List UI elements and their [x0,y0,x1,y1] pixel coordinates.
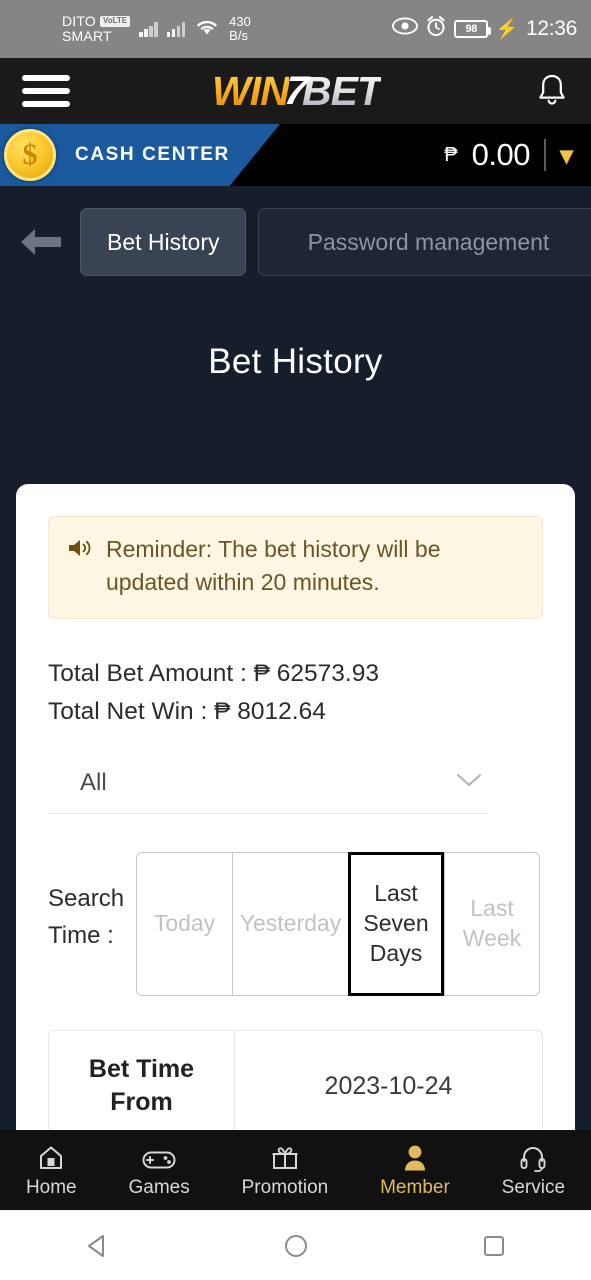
back-arrow-icon[interactable] [14,225,68,259]
network-speed: 430 B/s [229,15,251,42]
bet-time-from-label: Bet Time From [49,1030,235,1143]
search-time-option-today[interactable]: Today [136,851,232,996]
search-time-segmented-control: Today Yesterday Last Seven Days Last Wee… [136,851,540,996]
tab-password-management[interactable]: Password management [258,208,591,276]
reminder-banner: Reminder: The bet history will be update… [48,516,543,619]
cash-center-bar[interactable]: $ CASH CENTER ₱ 0.00 ▾ [0,124,591,186]
carrier-secondary-label: SMART [62,28,112,44]
triangle-back-icon[interactable] [83,1231,113,1261]
carrier-labels: DITO VoLTE SMART [62,12,131,44]
speaker-announcement-icon [67,533,94,600]
chevron-down-icon [456,772,482,793]
search-time-option-last-seven-days[interactable]: Last Seven Days [348,851,444,996]
square-recents-icon[interactable] [479,1231,509,1261]
headset-icon [519,1142,547,1172]
nav-item-home-label: Home [25,1176,77,1198]
total-net-win-value: ₱ 8012.64 [214,697,326,725]
phone-screen: DITO VoLTE SMART 430 B/s 98 ⚡ 12:36 WIN … [0,0,591,1280]
total-bet-amount-row: Total Bet Amount : ₱ 62573.93 [48,655,543,693]
signal-bars-icon-1 [139,21,158,37]
nav-item-member[interactable]: Member [380,1142,450,1199]
category-select[interactable]: All [48,761,488,814]
nav-item-games-label: Games [128,1176,190,1198]
volte-badge: VoLTE [100,15,131,27]
nav-item-service-label: Service [501,1176,566,1198]
network-speed-value: 430 [229,14,251,30]
app-header: WIN 7 BET [0,58,591,124]
cash-center-label: CASH CENTER [75,144,230,165]
balance-amount: 0.00 [471,137,531,172]
total-net-win-row: Total Net Win : ₱ 8012.64 [48,693,543,731]
logo-bet-text: BET [301,67,382,114]
total-bet-amount-value: ₱ 62573.93 [253,659,379,687]
nav-item-service[interactable]: Service [502,1142,565,1199]
totals-section: Total Bet Amount : ₱ 62573.93 Total Net … [48,655,543,731]
nav-item-home[interactable]: Home [26,1142,77,1199]
tab-bet-history[interactable]: Bet History [80,208,247,276]
nav-item-member-label: Member [380,1176,450,1198]
user-icon [402,1142,428,1172]
search-time-row: Search Time : Today Yesterday Last Seven… [48,851,543,996]
logo-win-text: WIN [212,67,290,114]
winbet-logo[interactable]: WIN 7 BET [212,67,382,115]
carrier-primary-label: DITO [62,12,96,29]
currency-symbol: ₱ [444,143,458,166]
total-net-win-label: Total Net Win : [48,697,208,725]
gamepad-icon [142,1142,176,1172]
wifi-icon [194,17,220,41]
nav-item-promotion[interactable]: Promotion [241,1142,329,1199]
eye-icon [392,17,419,41]
status-bar-left: DITO VoLTE SMART 430 B/s [14,12,251,44]
hamburger-icon[interactable] [22,75,70,107]
tab-bet-history-label: Bet History [107,228,220,255]
charging-bolt-icon: ⚡ [495,18,519,40]
bet-history-card: Reminder: The bet history will be update… [16,484,575,1178]
battery-icon: 98 [454,20,492,38]
clock-label: 12:36 [525,17,577,40]
reminder-text: Reminder: The bet history will be update… [106,536,441,596]
network-speed-unit: B/s [229,28,248,43]
status-bar-right: 98 ⚡ 12:36 [392,15,577,43]
balance-group: ₱ 0.00 ▾ [444,137,591,173]
search-time-option-yesterday[interactable]: Yesterday [232,851,348,996]
nav-item-promotion-label: Promotion [241,1176,329,1198]
signal-bars-icon-2 [166,21,186,37]
tab-password-management-label: Password management [307,228,550,255]
alarm-clock-icon [425,15,447,43]
android-navigation-bar [0,1210,591,1280]
page-content: Bet History Password management Bet Hist… [0,186,591,1178]
total-bet-amount-label: Total Bet Amount : [48,659,247,687]
coin-icon: $ [4,129,56,181]
table-row[interactable]: Bet Time From 2023-10-24 [49,1030,542,1144]
category-select-value: All [80,768,107,796]
circle-home-icon[interactable] [281,1231,311,1261]
bottom-navigation-bar: Home Games Promotion Member Service [0,1130,591,1210]
balance-divider [543,139,546,171]
bell-icon[interactable] [535,72,569,110]
search-time-label: Search Time : [48,884,125,949]
page-title: Bet History [208,342,383,381]
bet-time-from-value[interactable]: 2023-10-24 [235,1031,542,1143]
android-status-bar: DITO VoLTE SMART 430 B/s 98 ⚡ 12:36 [0,0,591,58]
chevron-down-icon[interactable]: ▾ [560,142,573,168]
search-time-option-last-week[interactable]: Last Week [444,851,540,996]
nav-item-games[interactable]: Games [129,1142,190,1199]
home-icon [37,1142,65,1172]
gift-icon [271,1142,299,1172]
tab-strip: Bet History Password management [0,186,591,276]
